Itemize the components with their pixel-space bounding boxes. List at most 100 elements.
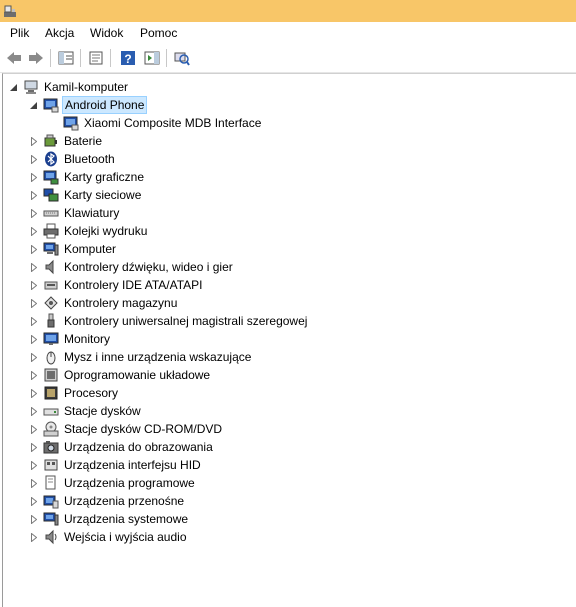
processor-icon	[44, 386, 58, 400]
properties-icon[interactable]	[86, 49, 106, 67]
tree-device-xiaomi[interactable]: Xiaomi Composite MDB Interface	[3, 114, 403, 132]
tree-category-kontrolery-usb[interactable]: Kontrolery uniwersalnej magistrali szere…	[3, 312, 403, 330]
device-manager-icon	[4, 5, 16, 17]
tree-category-karty-sieciowe[interactable]: Karty sieciowe	[3, 186, 403, 204]
tree-category-monitory[interactable]: Monitory	[3, 330, 403, 348]
expand-arrow-icon[interactable]	[29, 348, 38, 366]
expand-arrow-icon[interactable]	[29, 330, 38, 348]
network-adapter-icon	[43, 188, 59, 202]
expand-arrow-icon[interactable]	[29, 366, 38, 384]
usb-icon	[47, 313, 55, 328]
expand-arrow-icon[interactable]	[29, 132, 38, 150]
expand-arrow-icon[interactable]	[29, 438, 38, 456]
tree-category-systemowe[interactable]: Urządzenia systemowe	[3, 510, 403, 528]
tree-category-programowe[interactable]: Urządzenia programowe	[3, 474, 403, 492]
category-label: Mysz i inne urządzenia wskazujące	[64, 350, 252, 364]
monitor-icon	[43, 332, 59, 345]
category-label: Procesory	[64, 386, 119, 400]
tree-category-baterie[interactable]: Baterie	[3, 132, 403, 150]
tree-category-kolejki-wydruku[interactable]: Kolejki wydruku	[3, 222, 403, 240]
tree-category-kontrolery-dzwieku[interactable]: Kontrolery dźwięku, wideo i gier	[3, 258, 403, 276]
expand-arrow-icon[interactable]	[29, 510, 38, 528]
battery-icon	[44, 134, 57, 147]
root-label: Kamil-komputer	[44, 80, 129, 94]
tree-category-obrazowanie[interactable]: Urządzenia do obrazowania	[3, 438, 403, 456]
expand-arrow-icon[interactable]	[29, 474, 38, 492]
expand-arrow-icon[interactable]	[29, 186, 38, 204]
action-pane-icon[interactable]	[142, 49, 162, 67]
expand-arrow-icon[interactable]	[29, 168, 38, 186]
expand-arrow-icon[interactable]	[29, 528, 38, 546]
collapse-arrow-icon[interactable]	[9, 78, 18, 96]
expand-arrow-icon[interactable]	[29, 204, 38, 222]
software-device-icon	[45, 475, 56, 490]
menu-widok[interactable]: Widok	[90, 25, 123, 41]
expand-arrow-icon[interactable]	[29, 276, 38, 294]
category-label: Kontrolery dźwięku, wideo i gier	[64, 260, 233, 274]
expand-arrow-icon[interactable]	[29, 420, 38, 438]
tree-category-procesory[interactable]: Procesory	[3, 384, 403, 402]
tree-category-bluetooth[interactable]: Bluetooth	[3, 150, 403, 168]
expand-arrow-icon[interactable]	[29, 150, 38, 168]
tree-category-karty-graficzne[interactable]: Karty graficzne	[3, 168, 403, 186]
collapse-arrow-icon[interactable]	[29, 96, 38, 114]
menu-akcja[interactable]: Akcja	[45, 25, 74, 41]
tree-category-hid[interactable]: Urządzenia interfejsu HID	[3, 456, 403, 474]
tree-category-komputer[interactable]: Komputer	[3, 240, 403, 258]
tree-category-przenosne[interactable]: Urządzenia przenośne	[3, 492, 403, 510]
expand-arrow-icon[interactable]	[29, 456, 38, 474]
bluetooth-icon	[45, 151, 57, 167]
cd-rom-icon	[43, 421, 59, 437]
firmware-icon	[44, 368, 58, 382]
expand-arrow-icon[interactable]	[29, 312, 38, 330]
forward-icon[interactable]	[26, 49, 46, 67]
toolbar-separator	[166, 49, 167, 67]
tree-category-kontrolery-magazynu[interactable]: Kontrolery magazynu	[3, 294, 403, 312]
expand-arrow-icon[interactable]	[29, 222, 38, 240]
tree-category-stacje-dyskow[interactable]: Stacje dysków	[3, 402, 403, 420]
category-label: Stacje dysków	[64, 404, 141, 418]
category-label: Karty graficzne	[64, 170, 145, 184]
expand-arrow-icon[interactable]	[29, 492, 38, 510]
device-tree: Kamil-komputer Android Phone Xiaomi Comp…	[2, 73, 576, 607]
category-label: Urządzenia systemowe	[64, 512, 189, 526]
menu-bar: Plik Akcja Widok Pomoc	[0, 22, 576, 44]
tree-category-klawiatury[interactable]: Klawiatury	[3, 204, 403, 222]
tree-category-android-phone[interactable]: Android Phone	[3, 96, 303, 114]
display-adapter-icon	[43, 170, 59, 185]
device-label: Xiaomi Composite MDB Interface	[84, 116, 262, 130]
category-label: Android Phone	[62, 96, 148, 114]
category-label: Kolejki wydruku	[64, 224, 148, 238]
category-label: Monitory	[64, 332, 111, 346]
show-hide-tree-icon[interactable]	[56, 49, 76, 67]
category-label: Urządzenia do obrazowania	[64, 440, 213, 454]
category-label: Karty sieciowe	[64, 188, 142, 202]
category-label: Komputer	[64, 242, 117, 256]
tree-category-kontrolery-ide[interactable]: Kontrolery IDE ATA/ATAPI	[3, 276, 403, 294]
title-bar	[0, 0, 576, 22]
category-label: Kontrolery IDE ATA/ATAPI	[64, 278, 203, 292]
category-label: Stacje dysków CD-ROM/DVD	[64, 422, 223, 436]
expand-arrow-icon[interactable]	[29, 384, 38, 402]
back-icon[interactable]	[4, 49, 24, 67]
system-device-icon	[43, 512, 59, 526]
expand-arrow-icon[interactable]	[29, 402, 38, 420]
expand-arrow-icon[interactable]	[29, 240, 38, 258]
menu-pomoc[interactable]: Pomoc	[140, 25, 177, 41]
help-icon[interactable]: ?	[118, 49, 138, 67]
tree-category-oprogramowanie[interactable]: Oprogramowanie układowe	[3, 366, 403, 384]
menu-plik[interactable]: Plik	[10, 25, 29, 41]
tree-category-audio[interactable]: Wejścia i wyjścia audio	[3, 528, 403, 546]
category-label: Urządzenia interfejsu HID	[64, 458, 201, 472]
phone-device-icon	[43, 98, 59, 113]
category-label: Baterie	[64, 134, 103, 148]
scan-hardware-icon[interactable]	[172, 49, 192, 67]
expand-arrow-icon[interactable]	[29, 294, 38, 312]
storage-controller-icon	[44, 296, 58, 310]
tree-category-mysz[interactable]: Mysz i inne urządzenia wskazujące	[3, 348, 403, 366]
tree-root[interactable]: Kamil-komputer	[3, 78, 303, 96]
tree-category-cdrom[interactable]: Stacje dysków CD-ROM/DVD	[3, 420, 403, 438]
expand-arrow-icon[interactable]	[29, 258, 38, 276]
category-label: Kontrolery magazynu	[64, 296, 178, 310]
imaging-device-icon	[43, 441, 59, 454]
